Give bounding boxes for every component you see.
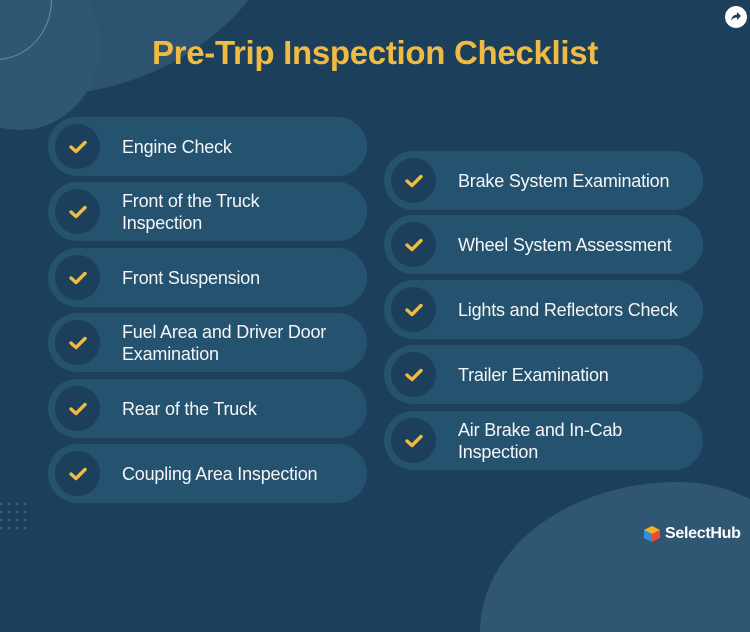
checklist-item-label: Trailer Examination [458,364,609,385]
checklist-item: Brake System Examination [384,151,703,210]
selecthub-cube-icon [644,526,660,542]
checklist-item: Front Suspension [48,248,367,307]
checklist-item: Wheel System Assessment [384,215,703,274]
checkmark-icon [391,222,436,267]
checklist-item-label: Coupling Area Inspection [122,463,318,484]
checkmark-icon [55,451,100,496]
checklist-item: Air Brake and In-Cab Inspection [384,411,703,470]
checklist-item: Lights and Reflectors Check [384,280,703,339]
checklist-item: Coupling Area Inspection [48,444,367,503]
checkmark-icon [55,386,100,431]
checklist-item-label: Fuel Area and Driver Door Examination [122,321,327,364]
checklist-item: Fuel Area and Driver Door Examination [48,313,367,372]
checklist-item: Front of the Truck Inspection [48,182,367,241]
checklist-item-label: Front of the Truck Inspection [122,190,260,233]
checklist-item: Rear of the Truck [48,379,367,438]
checkmark-icon [391,287,436,332]
page-title: Pre-Trip Inspection Checklist [151,34,599,71]
checklist-item-label: Front Suspension [122,267,260,288]
checkmark-icon [391,158,436,203]
checklist-item: Engine Check [48,117,367,176]
checklist-item-label: Wheel System Assessment [458,234,672,255]
checkmark-icon [391,352,436,397]
checklist-item-label: Brake System Examination [458,170,670,191]
checklist-item-label: Rear of the Truck [122,398,257,419]
checklist-item-label: Lights and Reflectors Check [458,299,678,320]
checkmark-icon [55,255,100,300]
checklist-item: Trailer Examination [384,345,703,404]
checkmark-icon [391,418,436,463]
brand-name: SelectHub [665,525,741,542]
decorative-blob [480,482,750,632]
checklist-item-label: Air Brake and In-Cab Inspection [458,419,623,462]
checklist-item-label: Engine Check [122,136,232,157]
checkmark-icon [55,320,100,365]
checkmark-icon [55,189,100,234]
share-button[interactable] [725,6,747,28]
decorative-dots [0,503,28,551]
share-arrow-icon [731,12,741,21]
checkmark-icon [55,124,100,169]
brand-logo: SelectHub [643,525,741,543]
